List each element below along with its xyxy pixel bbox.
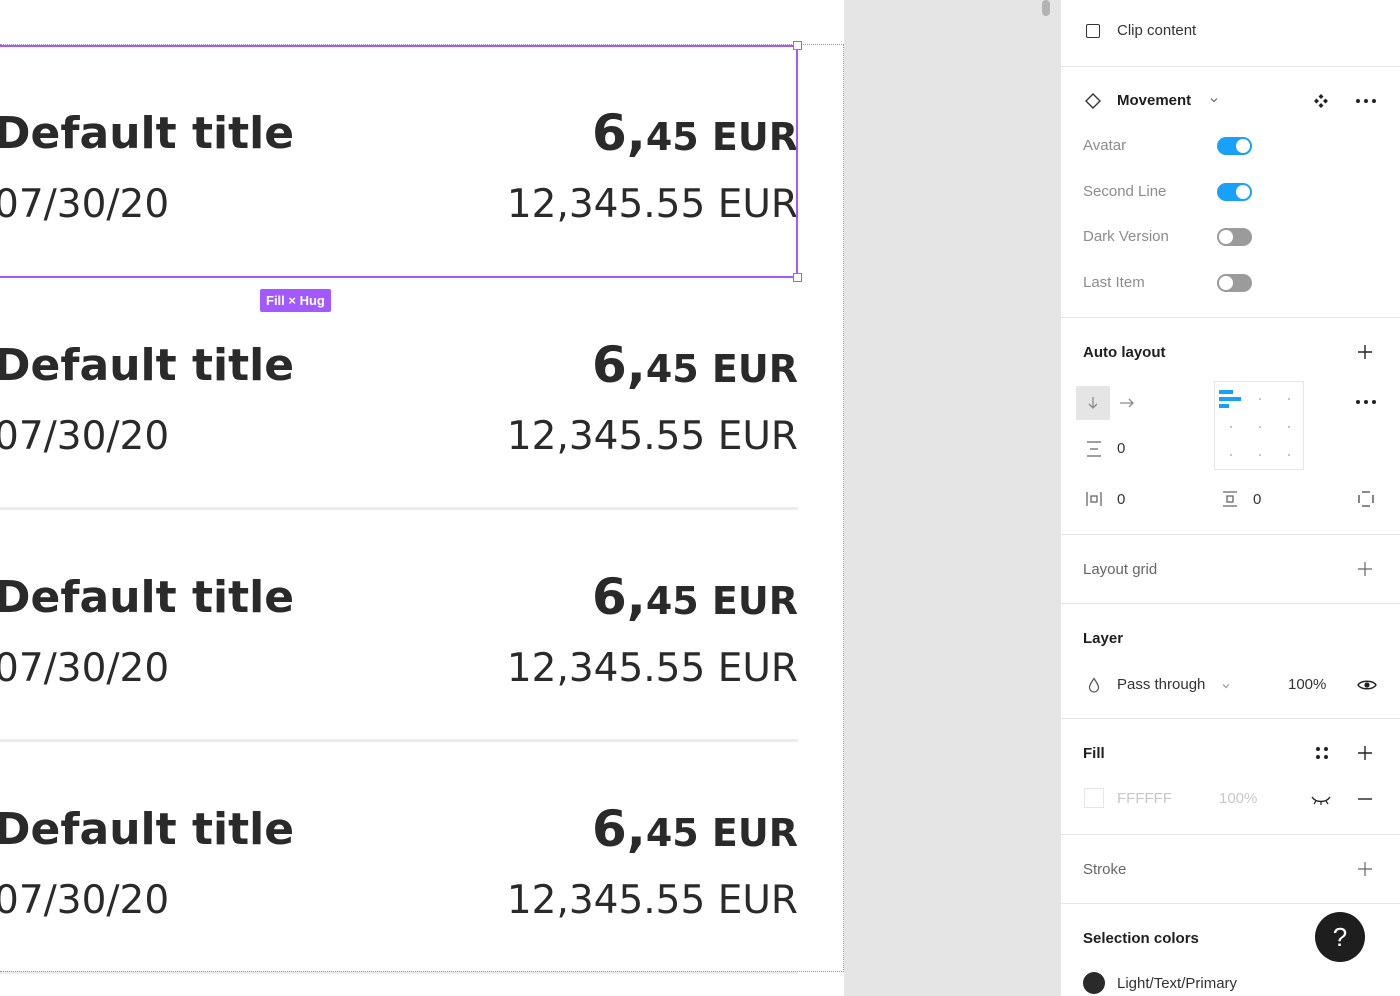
last-item-toggle[interactable] xyxy=(1217,274,1252,292)
second-line-toggle[interactable] xyxy=(1217,183,1252,201)
chevron-down-icon[interactable] xyxy=(1207,93,1221,107)
list-item[interactable]: Default title 07/30/20 6,45 EUR 12,345.5… xyxy=(0,742,798,974)
layer-section: Layer Pass through 100% xyxy=(1061,604,1400,719)
design-panel: Clip content Movement Avatar Second Line… xyxy=(1060,0,1400,996)
auto-layout-title: Auto layout xyxy=(1083,344,1166,361)
horizontal-padding-value[interactable]: 0 xyxy=(1117,491,1125,508)
blend-mode-select[interactable]: Pass through xyxy=(1117,676,1205,693)
item-amount: 6,45 EUR xyxy=(592,104,798,162)
eye-icon[interactable] xyxy=(1355,674,1379,696)
clip-content-checkbox[interactable] xyxy=(1086,24,1100,38)
alignment-grid[interactable] xyxy=(1214,381,1304,470)
item-amount: 6,45 EUR xyxy=(592,800,798,858)
fill-opacity[interactable]: 100% xyxy=(1219,790,1257,807)
add-stroke-icon[interactable] xyxy=(1354,858,1376,880)
item-balance: 12,345.55 EUR xyxy=(506,878,798,923)
fill-hex-value[interactable]: FFFFFF xyxy=(1117,790,1172,807)
fill-title: Fill xyxy=(1083,745,1105,762)
amount-integer: 6, xyxy=(592,800,646,858)
item-spacing-icon xyxy=(1083,439,1105,459)
resize-handle-top-right[interactable] xyxy=(793,41,802,50)
auto-layout-more-icon[interactable] xyxy=(1354,392,1378,412)
stroke-section: Stroke xyxy=(1061,835,1400,904)
item-date: 07/30/20 xyxy=(0,414,170,459)
component-instance-icon xyxy=(1083,91,1103,111)
clip-content-section: Clip content xyxy=(1061,0,1400,67)
item-title: Default title xyxy=(0,572,295,623)
component-name[interactable]: Movement xyxy=(1117,92,1191,109)
horizontal-padding-icon xyxy=(1083,489,1105,509)
vertical-scrollbar[interactable] xyxy=(1042,0,1050,16)
style-grid-icon[interactable] xyxy=(1311,742,1333,764)
amount-decimal: 45 EUR xyxy=(645,579,798,623)
property-label-second-line: Second Line xyxy=(1083,183,1167,200)
auto-layout-section: Auto layout 0 0 0 xyxy=(1061,318,1400,535)
vertical-padding-value[interactable]: 0 xyxy=(1253,491,1261,508)
color-swatch[interactable] xyxy=(1083,972,1105,994)
layout-grid-title: Layout grid xyxy=(1083,561,1158,578)
stroke-title: Stroke xyxy=(1083,861,1127,878)
direction-vertical-icon[interactable] xyxy=(1076,386,1110,420)
item-date: 07/30/20 xyxy=(0,182,170,227)
remove-fill-icon[interactable] xyxy=(1354,789,1376,809)
go-to-main-component-icon[interactable] xyxy=(1311,91,1331,111)
individual-padding-icon[interactable] xyxy=(1355,489,1377,509)
eye-closed-icon[interactable] xyxy=(1309,790,1333,810)
remove-auto-layout-icon[interactable] xyxy=(1354,341,1376,363)
amount-integer: 6, xyxy=(592,568,646,626)
amount-decimal: 45 EUR xyxy=(645,811,798,855)
add-layout-grid-icon[interactable] xyxy=(1354,558,1376,580)
dark-version-toggle[interactable] xyxy=(1217,228,1252,246)
component-section: Movement Avatar Second Line Dark Version… xyxy=(1061,67,1400,318)
more-options-icon[interactable] xyxy=(1354,91,1378,111)
selection-color-name[interactable]: Light/Text/Primary xyxy=(1117,975,1237,992)
list-frame[interactable]: Default title 07/30/20 6,45 EUR 12,345.5… xyxy=(0,0,844,996)
vertical-padding-icon xyxy=(1219,489,1241,509)
list-item[interactable]: Default title 07/30/20 6,45 EUR 12,345.5… xyxy=(0,510,798,742)
layer-opacity[interactable]: 100% xyxy=(1288,676,1326,693)
list-item[interactable]: Default title 07/30/20 6,45 EUR 12,345.5… xyxy=(0,46,798,278)
list-item[interactable]: Default title 07/30/20 6,45 EUR 12,345.5… xyxy=(0,278,798,510)
item-amount: 6,45 EUR xyxy=(592,336,798,394)
item-spacing-value[interactable]: 0 xyxy=(1117,440,1125,457)
property-label-last-item: Last Item xyxy=(1083,274,1145,291)
fill-color-swatch[interactable] xyxy=(1084,788,1104,808)
item-amount: 6,45 EUR xyxy=(592,568,798,626)
size-badge: Fill × Hug xyxy=(260,289,331,312)
property-label-dark-version: Dark Version xyxy=(1083,228,1169,245)
selection-colors-title: Selection colors xyxy=(1083,930,1199,947)
item-date: 07/30/20 xyxy=(0,646,170,691)
resize-handle-bottom-right[interactable] xyxy=(793,273,802,282)
layer-title: Layer xyxy=(1083,630,1124,647)
avatar-toggle[interactable] xyxy=(1217,137,1252,155)
fill-section: Fill FFFFFF 100% xyxy=(1061,719,1400,835)
amount-decimal: 45 EUR xyxy=(645,115,798,159)
amount-integer: 6, xyxy=(592,336,646,394)
clip-content-label: Clip content xyxy=(1117,22,1197,39)
item-date: 07/30/20 xyxy=(0,878,170,923)
property-label-avatar: Avatar xyxy=(1083,137,1127,154)
item-title: Default title xyxy=(0,804,295,855)
amount-integer: 6, xyxy=(592,104,646,162)
direction-horizontal-icon[interactable] xyxy=(1117,394,1137,412)
item-balance: 12,345.55 EUR xyxy=(506,182,798,227)
blend-mode-icon xyxy=(1083,675,1105,695)
chevron-down-icon[interactable] xyxy=(1219,679,1233,693)
amount-decimal: 45 EUR xyxy=(645,347,798,391)
item-balance: 12,345.55 EUR xyxy=(506,414,798,459)
divider xyxy=(0,971,798,974)
add-fill-icon[interactable] xyxy=(1354,742,1376,764)
layout-grid-section: Layout grid xyxy=(1061,535,1400,604)
item-balance: 12,345.55 EUR xyxy=(506,646,798,691)
item-title: Default title xyxy=(0,108,295,159)
item-title: Default title xyxy=(0,340,295,391)
align-top-left-icon xyxy=(1219,390,1241,408)
canvas[interactable]: Default title 07/30/20 6,45 EUR 12,345.5… xyxy=(0,0,1060,996)
help-button[interactable]: ? xyxy=(1315,912,1365,962)
